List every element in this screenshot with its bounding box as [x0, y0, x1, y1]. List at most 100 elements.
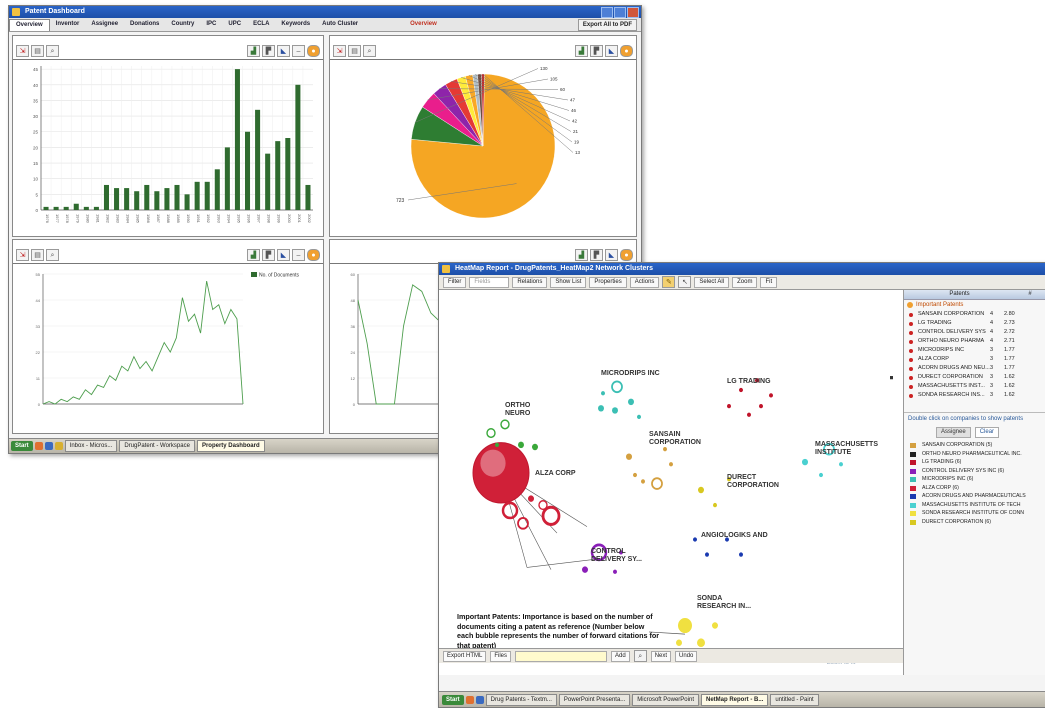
- patent-row[interactable]: MICRODRIPS INC 3 1.77: [904, 346, 1045, 355]
- patent-row[interactable]: CONTROL DELIVERY SYS 4 2.72: [904, 328, 1045, 337]
- search-input[interactable]: [515, 650, 608, 662]
- cluster-label[interactable]: DURECT CORPORATION: [727, 474, 797, 490]
- line-icon[interactable]: ◣: [605, 45, 618, 57]
- taskbar-item[interactable]: Microsoft PowerPoint: [632, 693, 699, 706]
- close-button[interactable]: [627, 7, 639, 18]
- show-list-button[interactable]: Show List: [550, 276, 587, 288]
- folder-icon[interactable]: [44, 442, 53, 450]
- export-html-button[interactable]: Export HTML: [443, 650, 487, 662]
- clear-tab[interactable]: Clear: [974, 427, 1000, 438]
- zoom-button[interactable]: Zoom: [732, 276, 758, 288]
- legend-row[interactable]: ORTHO NEURO PHARMACEUTICAL INC.: [904, 450, 1045, 459]
- patent-row[interactable]: MASSACHUSETTS INST... 3 1.62: [904, 382, 1045, 391]
- start-button[interactable]: Start: [11, 441, 33, 451]
- cluster-label[interactable]: MASSACHUSETTS INSTITUTE: [815, 441, 895, 457]
- save-icon[interactable]: ▤: [31, 249, 44, 261]
- tab-upc[interactable]: UPC: [222, 19, 247, 30]
- tab-ipc[interactable]: IPC: [200, 19, 222, 30]
- properties-button[interactable]: Properties: [589, 276, 627, 288]
- start-button[interactable]: Start: [442, 694, 464, 705]
- tab-overview-red[interactable]: Overview: [404, 19, 443, 30]
- fields-input[interactable]: Fields: [469, 276, 510, 288]
- taskbar-item[interactable]: NetMap Report - B...: [700, 693, 769, 706]
- settings-icon[interactable]: ●: [307, 249, 320, 261]
- legend-row[interactable]: SANSAIN CORPORATION (5): [904, 441, 1045, 450]
- patent-row[interactable]: ALZA CORP 3 1.77: [904, 355, 1045, 364]
- tab-assignee[interactable]: Assignee: [85, 19, 124, 30]
- relations-button[interactable]: Relations: [512, 276, 548, 288]
- settings-icon[interactable]: ●: [620, 45, 633, 57]
- patent-row[interactable]: LG TRADING 4 2.73: [904, 319, 1045, 328]
- chart-type-icon[interactable]: ▟: [247, 45, 260, 57]
- tab-keywords[interactable]: Keywords: [275, 19, 316, 30]
- taskbar-item[interactable]: PowerPoint Presenta...: [558, 693, 631, 706]
- mail-icon[interactable]: [54, 442, 63, 450]
- select-all-button[interactable]: Select All: [694, 276, 730, 288]
- actions-button[interactable]: Actions: [629, 276, 660, 288]
- export-icon[interactable]: ⇲: [333, 45, 346, 57]
- line-icon[interactable]: ◣: [277, 249, 290, 261]
- patent-row[interactable]: ACORN DRUGS AND NEU... 3 1.77: [904, 364, 1045, 373]
- line-icon[interactable]: ◣: [605, 249, 618, 261]
- zoom-icon[interactable]: ⌕: [46, 249, 59, 261]
- line-icon[interactable]: ◣: [277, 45, 290, 57]
- cluster-label[interactable]: ALZA CORP: [535, 470, 576, 478]
- cluster-label[interactable]: SANSAIN CORPORATION: [649, 431, 729, 447]
- cluster-label[interactable]: MICRODRIPS INC: [601, 370, 660, 378]
- legend-row[interactable]: ALZA CORP (6): [904, 484, 1045, 493]
- legend-row[interactable]: ACORN DRUGS AND PHARMACEUTICALS: [904, 492, 1045, 501]
- bar-icon[interactable]: ▛: [590, 45, 603, 57]
- add-button[interactable]: Add: [611, 650, 630, 662]
- zoom-icon[interactable]: ⌕: [363, 45, 376, 57]
- column-header[interactable]: #: [1015, 290, 1045, 299]
- cursor-icon[interactable]: ↖: [678, 276, 692, 288]
- files-button[interactable]: Files: [490, 650, 512, 662]
- taskbar-item[interactable]: Drug Patents - Textm...: [485, 693, 557, 706]
- settings-icon[interactable]: ●: [620, 249, 633, 261]
- minus-icon[interactable]: –: [292, 249, 305, 261]
- network-canvas[interactable]: MICRODRIPS INC LG TRADING ORTHO NEURO SA…: [439, 290, 903, 675]
- tab-ecla[interactable]: ECLA: [247, 19, 275, 30]
- undo-button[interactable]: Undo: [675, 650, 698, 662]
- chart-type-icon[interactable]: ▟: [247, 249, 260, 261]
- chart-type-icon[interactable]: ▟: [575, 45, 588, 57]
- maximize-button[interactable]: [614, 7, 626, 18]
- patent-row[interactable]: SANSAIN CORPORATION 4 2.80: [904, 310, 1045, 319]
- filter-button[interactable]: Filter: [443, 276, 467, 288]
- legend-row[interactable]: MICRODRIPS INC (6): [904, 475, 1045, 484]
- taskbar-item[interactable]: untitled - Paint: [770, 693, 819, 706]
- cluster-label[interactable]: LG TRADING: [727, 378, 771, 386]
- tab-donations[interactable]: Donations: [124, 19, 165, 30]
- export-icon[interactable]: ⇲: [16, 249, 29, 261]
- cluster-label[interactable]: ANGIOLOGIKS AND: [701, 532, 771, 540]
- bar-icon[interactable]: ▛: [262, 249, 275, 261]
- legend-row[interactable]: LG TRADING (6): [904, 458, 1045, 467]
- patent-row[interactable]: ORTHO NEURO PHARMA 4 2.71: [904, 337, 1045, 346]
- column-header[interactable]: Patents: [904, 290, 1015, 299]
- minus-icon[interactable]: –: [292, 45, 305, 57]
- taskbar-item[interactable]: Property Dashboard: [196, 440, 265, 452]
- patent-row[interactable]: DURECT CORPORATION 3 1.62: [904, 373, 1045, 382]
- cluster-label[interactable]: ORTHO NEURO: [505, 402, 545, 418]
- taskbar-item[interactable]: DrugPatent - Workspace: [119, 440, 195, 452]
- folder-icon[interactable]: [475, 695, 484, 704]
- bar-icon[interactable]: ▛: [590, 249, 603, 261]
- tab-overview[interactable]: Overview: [9, 18, 50, 31]
- legend-row[interactable]: SONDA RESEARCH INSTITUTE OF CONN: [904, 509, 1045, 518]
- cluster-label[interactable]: SONDA RESEARCH IN...: [697, 595, 757, 611]
- patent-row[interactable]: SONDA RESEARCH INS... 3 1.62: [904, 391, 1045, 400]
- zoom-icon[interactable]: ⌕: [46, 45, 59, 57]
- search-icon[interactable]: ⌕: [633, 650, 647, 662]
- bar-icon[interactable]: ▛: [262, 45, 275, 57]
- cluster-label[interactable]: CONTROL DELIVERY SY...: [591, 548, 651, 564]
- tab-auto-cluster[interactable]: Auto Cluster: [316, 19, 364, 30]
- legend-row[interactable]: DURECT CORPORATION (6): [904, 518, 1045, 527]
- legend-row[interactable]: MASSACHUSETTS INSTITUTE OF TECH: [904, 501, 1045, 510]
- legend-row[interactable]: CONTROL DELIVERY SYS INC (6): [904, 467, 1045, 476]
- save-icon[interactable]: ▤: [31, 45, 44, 57]
- export-icon[interactable]: ⇲: [16, 45, 29, 57]
- highlight-icon[interactable]: ✎: [662, 276, 676, 288]
- browser-icon[interactable]: [34, 442, 43, 450]
- next-button[interactable]: Next: [650, 650, 672, 662]
- tab-country[interactable]: Country: [165, 19, 200, 30]
